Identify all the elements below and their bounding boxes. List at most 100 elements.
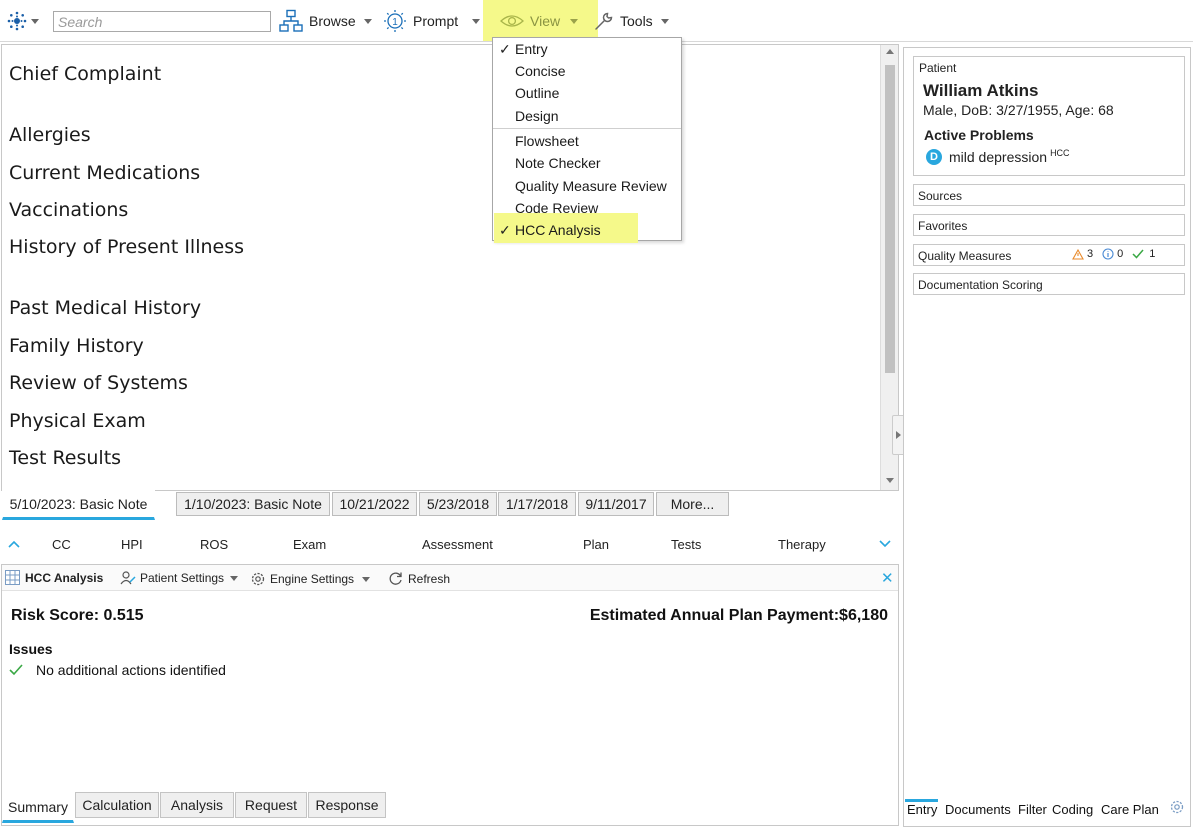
sources-card[interactable]: Sources xyxy=(913,184,1185,206)
strip-plan[interactable]: Plan xyxy=(583,537,609,552)
section-history-present-illness[interactable]: History of Present Illness xyxy=(9,236,244,258)
ok-count: 1 xyxy=(1149,248,1156,260)
active-problems-title: Active Problems xyxy=(924,127,1034,143)
problem-item[interactable]: D mild depression HCC xyxy=(926,148,1070,165)
section-current-medications[interactable]: Current Medications xyxy=(9,162,200,184)
menu-item-quality-measure-review[interactable]: Quality Measure Review xyxy=(515,178,667,194)
browse-button[interactable]: Browse xyxy=(279,8,372,34)
scroll-up-icon[interactable] xyxy=(886,49,894,54)
settings-gear-icon[interactable] xyxy=(1169,799,1185,815)
tab-calculation[interactable]: Calculation xyxy=(75,792,159,818)
prompt-label: Prompt xyxy=(413,13,459,29)
chevron-up-icon[interactable] xyxy=(8,540,20,548)
view-button[interactable]: View xyxy=(500,8,579,34)
app-logo-icon xyxy=(7,11,27,31)
diagnosis-badge: D xyxy=(926,149,942,165)
risk-score: Risk Score: 0.515 xyxy=(11,607,144,624)
tab-analysis[interactable]: Analysis xyxy=(160,792,234,818)
strip-hpi[interactable]: HPI xyxy=(121,537,143,552)
patient-settings-button[interactable]: Patient Settings xyxy=(120,571,239,585)
menu-item-flowsheet[interactable]: Flowsheet xyxy=(515,133,579,149)
strip-assessment[interactable]: Assessment xyxy=(422,537,493,552)
hcc-superscript: HCC xyxy=(1050,148,1070,158)
quality-counts: 3 0 1 xyxy=(1072,248,1155,260)
tools-label: Tools xyxy=(620,13,653,29)
menu-item-entry[interactable]: Entry xyxy=(515,41,548,57)
note-tab-2[interactable]: 1/10/2023: Basic Note xyxy=(176,492,330,516)
chevron-down-icon xyxy=(230,575,239,581)
hcc-title-label: HCC Analysis xyxy=(25,570,104,585)
right-tab-coding[interactable]: Coding xyxy=(1052,802,1093,817)
note-tab-3[interactable]: 10/21/2022 xyxy=(332,492,417,516)
prompt-button[interactable]: 1 Prompt xyxy=(383,8,481,34)
section-family-history[interactable]: Family History xyxy=(9,335,144,357)
section-review-of-systems[interactable]: Review of Systems xyxy=(9,372,188,394)
favorites-label: Favorites xyxy=(918,219,968,233)
patient-demographics: Male, DoB: 3/27/1955, Age: 68 xyxy=(923,102,1114,118)
right-tab-care-plan[interactable]: Care Plan xyxy=(1101,802,1159,817)
note-tab-current[interactable]: 5/10/2023: Basic Note xyxy=(2,490,155,520)
menu-item-outline[interactable]: Outline xyxy=(515,85,559,101)
engine-settings-button[interactable]: Engine Settings xyxy=(250,571,371,587)
refresh-button[interactable]: Refresh xyxy=(388,571,450,586)
menu-item-hcc-analysis[interactable]: HCC Analysis xyxy=(515,222,601,238)
favorites-card[interactable]: Favorites xyxy=(913,214,1185,236)
warning-icon xyxy=(1072,248,1084,260)
menu-item-note-checker[interactable]: Note Checker xyxy=(515,155,601,171)
info-count: 0 xyxy=(1117,248,1124,260)
refresh-icon xyxy=(389,572,402,585)
quality-measures-card[interactable]: Quality Measures 3 0 1 xyxy=(913,244,1185,266)
section-allergies[interactable]: Allergies xyxy=(9,124,91,146)
check-icon xyxy=(1132,249,1144,259)
problem-text: mild depression xyxy=(949,149,1048,165)
chevron-down-icon[interactable] xyxy=(879,540,891,548)
annual-payment: Estimated Annual Plan Payment:$6,180 xyxy=(589,607,888,624)
tab-request[interactable]: Request xyxy=(235,792,307,818)
section-test-results[interactable]: Test Results xyxy=(9,447,121,469)
tools-button[interactable]: Tools xyxy=(594,8,669,34)
right-tab-entry[interactable]: Entry xyxy=(907,802,937,817)
strip-tests[interactable]: Tests xyxy=(671,537,701,552)
view-dropdown-menu: ✓ Entry Concise Outline Design Flowsheet… xyxy=(492,37,682,243)
search-input[interactable] xyxy=(53,11,271,32)
tab-response[interactable]: Response xyxy=(308,792,386,818)
right-tab-filter[interactable]: Filter xyxy=(1018,802,1047,817)
grid-icon xyxy=(5,570,20,585)
check-icon: ✓ xyxy=(499,41,511,57)
section-past-medical-history[interactable]: Past Medical History xyxy=(9,297,201,319)
wrench-icon xyxy=(595,12,613,30)
hcc-panel-header: HCC Analysis Patient Settings Engine Set… xyxy=(2,565,898,591)
prompt-bulb-icon: 1 xyxy=(384,10,406,32)
hcc-analysis-panel: HCC Analysis Patient Settings Engine Set… xyxy=(1,564,899,826)
right-tab-documents[interactable]: Documents xyxy=(945,802,1011,817)
chevron-down-icon xyxy=(31,18,39,24)
menu-item-concise[interactable]: Concise xyxy=(515,63,566,79)
scroll-down-icon[interactable] xyxy=(886,478,894,483)
note-tab-6[interactable]: 9/11/2017 xyxy=(578,492,654,516)
strip-exam[interactable]: Exam xyxy=(293,537,326,552)
strip-therapy[interactable]: Therapy xyxy=(778,537,826,552)
check-icon xyxy=(9,664,23,676)
sources-label: Sources xyxy=(918,189,963,203)
patient-name[interactable]: William Atkins xyxy=(923,81,1038,101)
view-label: View xyxy=(530,13,561,29)
chevron-down-icon xyxy=(660,18,669,24)
section-physical-exam[interactable]: Physical Exam xyxy=(9,410,146,432)
strip-ros[interactable]: ROS xyxy=(200,537,228,552)
tab-summary[interactable]: Summary xyxy=(2,792,74,823)
note-tab-5[interactable]: 1/17/2018 xyxy=(498,492,576,516)
note-tab-4[interactable]: 5/23/2018 xyxy=(419,492,497,516)
section-vaccinations[interactable]: Vaccinations xyxy=(9,199,128,221)
menu-item-design[interactable]: Design xyxy=(515,108,559,124)
note-tab-more[interactable]: More... xyxy=(656,492,729,516)
strip-cc[interactable]: CC xyxy=(52,537,71,552)
patient-settings-label: Patient Settings xyxy=(140,571,225,585)
scrollbar-thumb[interactable] xyxy=(885,65,895,373)
patient-settings-icon xyxy=(120,571,136,585)
documentation-scoring-card[interactable]: Documentation Scoring xyxy=(913,273,1185,295)
close-icon[interactable]: ✕ xyxy=(881,569,894,587)
toolbar: Browse 1 Prompt View Tools xyxy=(0,0,1193,42)
app-menu-button[interactable] xyxy=(6,8,39,34)
section-chief-complaint[interactable]: Chief Complaint xyxy=(9,63,161,85)
patient-card: Patient William Atkins Male, DoB: 3/27/1… xyxy=(913,56,1185,176)
